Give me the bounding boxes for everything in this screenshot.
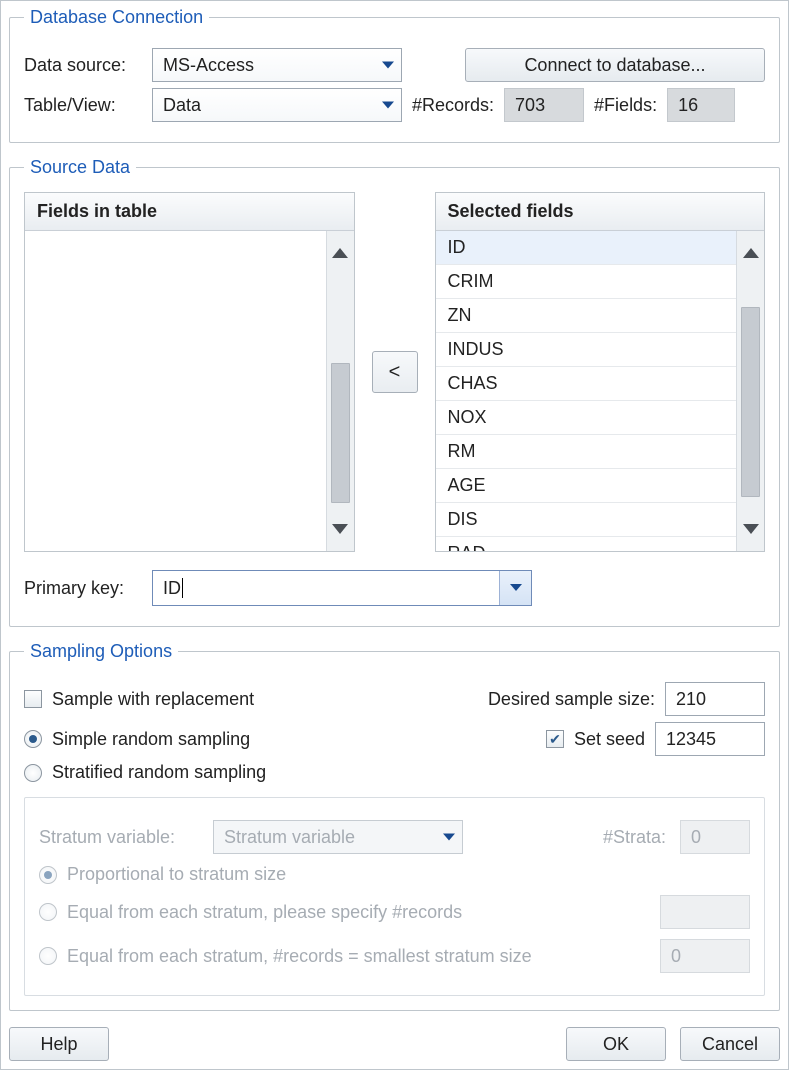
cancel-button[interactable]: Cancel <box>680 1027 780 1061</box>
checkbox-replacement[interactable]: Sample with replacement <box>24 689 254 710</box>
list-item[interactable]: AGE <box>436 469 737 503</box>
radio-equal-smallest: Equal from each stratum, #records = smal… <box>39 946 532 967</box>
checkbox-icon <box>24 690 42 708</box>
list-item[interactable]: ZN <box>436 299 737 333</box>
chevron-up-icon[interactable] <box>327 231 354 275</box>
list-selected-header: Selected fields <box>436 193 765 231</box>
label-stratum-variable: Stratum variable: <box>39 827 199 848</box>
radio-equal-specify-label: Equal from each stratum, please specify … <box>67 902 462 923</box>
list-fields-header: Fields in table <box>25 193 354 231</box>
checkbox-set-seed-label: Set seed <box>574 729 645 750</box>
radio-simple-label: Simple random sampling <box>52 729 250 750</box>
list-item[interactable]: ID <box>436 231 737 265</box>
combo-data-source-value: MS-Access <box>163 55 254 76</box>
radio-proportional-label: Proportional to stratum size <box>67 864 286 885</box>
radio-equal-specify: Equal from each stratum, please specify … <box>39 902 462 923</box>
group-sampling-options: Sampling Options Sample with replacement… <box>9 641 780 1011</box>
connect-button[interactable]: Connect to database... <box>465 48 765 82</box>
radio-icon <box>39 903 57 921</box>
list-item[interactable]: RAD <box>436 537 737 551</box>
radio-stratified-label: Stratified random sampling <box>52 762 266 783</box>
chevron-down-icon[interactable] <box>327 507 354 551</box>
transfer-buttons: < <box>367 192 423 552</box>
value-fields: 16 <box>667 88 735 122</box>
chevron-down-icon <box>381 95 395 116</box>
radio-icon <box>24 730 42 748</box>
label-desired-size: Desired sample size: <box>488 689 655 710</box>
scrollbar-left[interactable] <box>326 231 354 551</box>
chevron-down-icon[interactable] <box>737 507 764 551</box>
value-equal-smallest: 0 <box>660 939 750 973</box>
radio-icon <box>39 866 57 884</box>
legend-database-connection: Database Connection <box>24 7 209 28</box>
checkbox-set-seed[interactable]: Set seed <box>546 729 645 750</box>
combo-primary-key-value: ID <box>163 578 181 599</box>
combo-stratum-variable-value: Stratum variable <box>224 827 355 848</box>
label-nstrata: #Strata: <box>603 827 666 848</box>
list-selected-fields[interactable]: Selected fields IDCRIMZNINDUSCHASNOXRMAG… <box>435 192 766 552</box>
list-item[interactable]: DIS <box>436 503 737 537</box>
combo-table-view[interactable]: Data <box>152 88 402 122</box>
group-database-connection: Database Connection Data source: MS-Acce… <box>9 7 780 143</box>
checkbox-replacement-label: Sample with replacement <box>52 689 254 710</box>
combo-table-view-value: Data <box>163 95 201 116</box>
checkbox-icon <box>546 730 564 748</box>
list-item[interactable]: RM <box>436 435 737 469</box>
chevron-down-icon <box>381 55 395 76</box>
chevron-down-icon[interactable] <box>499 571 531 605</box>
connect-button-label: Connect to database... <box>524 55 705 76</box>
combo-stratum-variable: Stratum variable <box>213 820 463 854</box>
dialog-buttons: Help OK Cancel <box>9 1027 780 1061</box>
list-fields-in-table[interactable]: Fields in table <box>24 192 355 552</box>
stratified-subgroup: Stratum variable: Stratum variable #Stra… <box>24 797 765 996</box>
scrollbar-right[interactable] <box>736 231 764 551</box>
radio-simple-random[interactable]: Simple random sampling <box>24 729 250 750</box>
value-nstrata: 0 <box>680 820 750 854</box>
legend-source-data: Source Data <box>24 157 136 178</box>
combo-data-source[interactable]: MS-Access <box>152 48 402 82</box>
list-item[interactable]: CHAS <box>436 367 737 401</box>
radio-icon <box>24 764 42 782</box>
radio-proportional: Proportional to stratum size <box>39 864 286 885</box>
dialog: Database Connection Data source: MS-Acce… <box>0 0 789 1070</box>
list-item[interactable]: INDUS <box>436 333 737 367</box>
group-source-data: Source Data Fields in table <box>9 157 780 627</box>
combo-primary-key[interactable]: ID <box>152 570 532 606</box>
move-left-button[interactable]: < <box>372 351 418 393</box>
legend-sampling-options: Sampling Options <box>24 641 178 662</box>
list-item[interactable]: CRIM <box>436 265 737 299</box>
list-item[interactable]: NOX <box>436 401 737 435</box>
chevron-up-icon[interactable] <box>737 231 764 275</box>
text-cursor <box>182 578 183 598</box>
input-equal-specify <box>660 895 750 929</box>
radio-equal-smallest-label: Equal from each stratum, #records = smal… <box>67 946 532 967</box>
radio-icon <box>39 947 57 965</box>
radio-stratified[interactable]: Stratified random sampling <box>24 762 266 783</box>
help-button[interactable]: Help <box>9 1027 109 1061</box>
label-primary-key: Primary key: <box>24 578 142 599</box>
label-table-view: Table/View: <box>24 95 142 116</box>
chevron-down-icon <box>442 827 456 848</box>
input-seed[interactable]: 12345 <box>655 722 765 756</box>
label-data-source: Data source: <box>24 55 142 76</box>
ok-button[interactable]: OK <box>566 1027 666 1061</box>
label-records: #Records: <box>412 95 494 116</box>
move-left-label: < <box>389 361 401 384</box>
input-desired-size[interactable]: 210 <box>665 682 765 716</box>
label-fields: #Fields: <box>594 95 657 116</box>
value-records: 703 <box>504 88 584 122</box>
